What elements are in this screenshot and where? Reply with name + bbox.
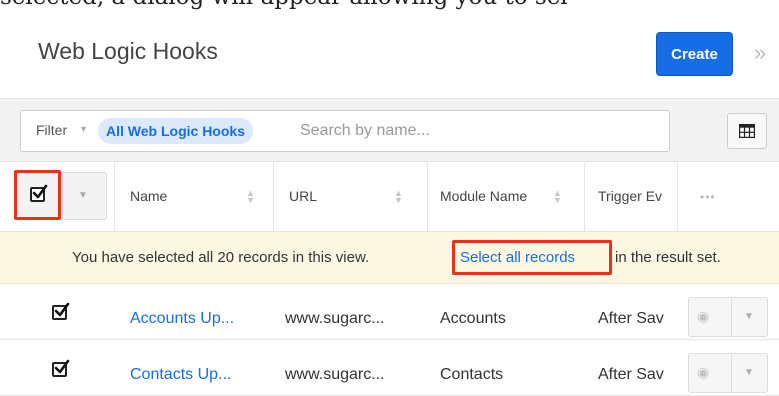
- column-divider: [114, 162, 115, 232]
- page-title: Web Logic Hooks: [38, 38, 218, 64]
- record-url: www.sugarc...: [285, 366, 385, 383]
- record-name-link[interactable]: Accounts Up...: [130, 310, 234, 328]
- filter-caret-icon[interactable]: ▼: [79, 124, 88, 134]
- filter-dropdown-label[interactable]: Filter: [36, 122, 67, 138]
- record-trigger: After Sav: [598, 366, 664, 383]
- row-actions-divider: [731, 354, 732, 392]
- search-input[interactable]: [292, 118, 668, 144]
- column-divider: [273, 162, 274, 232]
- sort-icon[interactable]: ▲ ▼: [246, 189, 255, 205]
- notice-suffix: in the result set.: [615, 249, 721, 266]
- column-toggle-button[interactable]: [727, 113, 767, 149]
- sort-icon[interactable]: ▲ ▼: [553, 189, 562, 205]
- collapse-panel-icon[interactable]: »: [754, 40, 766, 66]
- record-name-link[interactable]: Contacts Up...: [130, 366, 231, 384]
- active-filter-pill[interactable]: All Web Logic Hooks: [98, 118, 253, 144]
- notice-text: You have selected all 20 records in this…: [72, 249, 370, 266]
- row-actions-divider: [731, 298, 732, 336]
- eye-icon[interactable]: ◉: [697, 308, 709, 325]
- row-actions-caret-icon[interactable]: ▼: [744, 367, 754, 378]
- record-module: Contacts: [440, 366, 504, 383]
- record-trigger: After Sav: [598, 310, 664, 327]
- table-grid-icon: [739, 124, 755, 138]
- column-header-url[interactable]: URL: [289, 188, 317, 204]
- sort-icon[interactable]: ▲ ▼: [394, 189, 403, 205]
- column-header-name[interactable]: Name: [130, 188, 167, 204]
- record-url: www.sugarc...: [285, 310, 385, 327]
- highlight-box: [452, 240, 612, 275]
- row-checkbox[interactable]: [52, 302, 70, 320]
- column-actions-menu[interactable]: •••: [700, 190, 716, 204]
- record-module: Accounts: [440, 310, 506, 327]
- checkmark-icon: [54, 359, 70, 374]
- highlight-box: [14, 170, 61, 220]
- row-actions-caret-icon[interactable]: ▼: [744, 311, 754, 322]
- create-button[interactable]: Create: [656, 32, 733, 76]
- mass-actions-caret-icon[interactable]: ▼: [78, 190, 88, 201]
- eye-icon[interactable]: ◉: [697, 364, 709, 381]
- mass-select-divider: [62, 173, 63, 219]
- document-text-snippet: selected, a dialog will appear allowing …: [0, 0, 779, 10]
- column-divider: [677, 162, 678, 232]
- column-divider: [427, 162, 428, 232]
- row-checkbox[interactable]: [52, 359, 70, 377]
- column-header-trigger[interactable]: Trigger Ev: [598, 188, 676, 204]
- checkmark-icon: [54, 302, 70, 317]
- column-header-module[interactable]: Module Name: [440, 188, 527, 204]
- column-divider: [584, 162, 585, 232]
